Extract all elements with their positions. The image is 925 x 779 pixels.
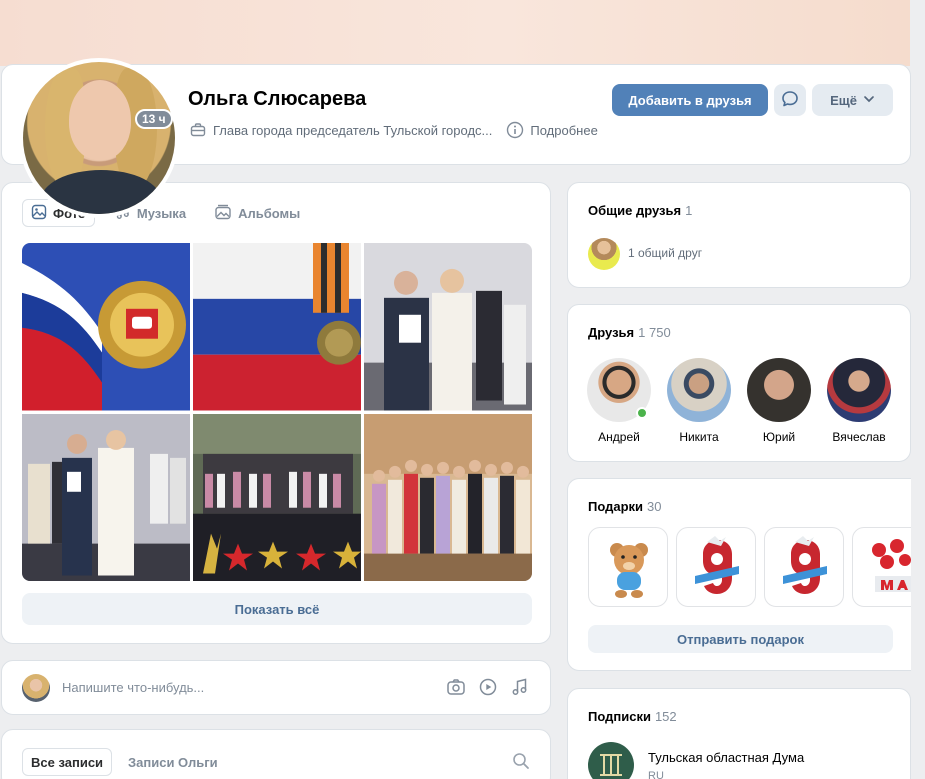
profile-cover [0, 0, 910, 66]
music-note-icon[interactable] [510, 677, 530, 700]
common-friend-avatar[interactable] [588, 238, 620, 270]
avatar [587, 358, 651, 422]
composer-attachments [446, 677, 530, 700]
online-indicator [636, 407, 648, 419]
last-seen-badge: 13 ч [135, 109, 173, 129]
gifts-title[interactable]: Подарки 30 [588, 499, 662, 514]
details-link[interactable]: Подробнее [506, 121, 598, 139]
subscriptions-count: 152 [654, 709, 677, 724]
gifts-block: Подарки 30 Отправить подарок [567, 478, 911, 671]
search-icon[interactable] [512, 752, 530, 773]
friend-item[interactable]: Андрей [587, 358, 651, 444]
avatar [667, 358, 731, 422]
photo-thumb[interactable] [193, 243, 361, 411]
tab-albums[interactable]: Альбомы [206, 199, 308, 227]
chevron-down-icon [863, 93, 875, 108]
details-label: Подробнее [530, 122, 598, 138]
subscriptions-title-text: Подписки [588, 709, 651, 724]
friend-item[interactable]: Вячеслав [827, 358, 891, 444]
media-block: Фото Музыка Альбомы [1, 182, 551, 644]
gift-teddy-bear[interactable] [588, 527, 668, 607]
photo-thumb[interactable] [364, 413, 532, 581]
gifts-title-text: Подарки [588, 499, 644, 514]
camera-icon[interactable] [446, 677, 466, 700]
tab-albums-label: Альбомы [238, 205, 301, 221]
common-friends-text[interactable]: 1 общий друг [628, 246, 702, 260]
photo-thumb[interactable] [22, 413, 190, 581]
friends-count: 1 750 [638, 325, 671, 340]
friend-list: Андрей Никита Юрий Вячеслав [587, 358, 891, 444]
message-bubble-icon [780, 89, 800, 112]
profile-avatar[interactable] [19, 58, 179, 218]
post-composer[interactable]: Напишите что-нибудь... [1, 660, 551, 715]
message-button[interactable] [774, 84, 806, 116]
profile-name: Ольга Слюсарева [188, 88, 367, 110]
photo-grid [22, 243, 532, 581]
photo-thumb[interactable] [22, 243, 190, 411]
subscription-name[interactable]: Тульская областная Дума [648, 750, 804, 765]
photo-thumb[interactable] [364, 243, 532, 411]
gift-may-flowers[interactable] [852, 527, 911, 607]
gift-list [588, 527, 911, 607]
wall-filter: Все записи Записи Ольги [1, 729, 551, 779]
info-icon [506, 121, 524, 139]
gifts-count: 30 [647, 499, 662, 514]
friend-item[interactable]: Юрий [747, 358, 811, 444]
friend-name: Вячеслав [832, 430, 886, 444]
tab-all-posts[interactable]: Все записи [22, 748, 113, 776]
friends-block: Друзья 1 750 Андрей Никита Юрий Вячеслав [567, 304, 911, 462]
common-friends-title-text: Общие друзья [588, 203, 682, 218]
duma-logo-icon[interactable] [588, 742, 634, 779]
profile-job: Глава города председатель Тульской город… [213, 122, 493, 138]
friend-name: Никита [679, 430, 719, 444]
subscriptions-block: Подписки 152 Тульская областная Дума RU [567, 688, 911, 779]
composer-avatar [22, 674, 50, 702]
profile-meta: Глава города председатель Тульской город… [189, 121, 598, 139]
composer-placeholder[interactable]: Напишите что-нибудь... [62, 680, 204, 695]
more-button[interactable]: Ещё [812, 84, 893, 116]
subscription-subtitle: RU [648, 770, 664, 779]
send-gift-button[interactable]: Отправить подарок [588, 625, 893, 653]
tab-own-posts[interactable]: Записи Ольги [120, 748, 226, 776]
friends-title[interactable]: Друзья 1 750 [588, 325, 671, 340]
avatar [827, 358, 891, 422]
friends-title-text: Друзья [588, 325, 635, 340]
photo-thumb[interactable] [193, 413, 361, 581]
friend-name: Андрей [598, 430, 640, 444]
friend-name: Юрий [762, 430, 796, 444]
show-all-button[interactable]: Показать всё [22, 593, 532, 625]
add-friend-button[interactable]: Добавить в друзья [612, 84, 768, 116]
common-friends-block: Общие друзья 1 1 общий друг [567, 182, 911, 288]
briefcase-icon [189, 121, 207, 139]
profile-header: 13 ч Ольга Слюсарева Глава города предсе… [1, 58, 911, 218]
gift-victory-9[interactable] [764, 527, 844, 607]
common-friends-count: 1 [685, 203, 693, 218]
more-label: Ещё [830, 92, 857, 108]
video-play-icon[interactable] [478, 677, 498, 700]
gift-victory-9[interactable] [676, 527, 756, 607]
albums-icon [214, 204, 232, 223]
subscriptions-title[interactable]: Подписки 152 [588, 709, 677, 724]
avatar [747, 358, 811, 422]
common-friends-title[interactable]: Общие друзья 1 [588, 203, 692, 218]
friend-item[interactable]: Никита [667, 358, 731, 444]
